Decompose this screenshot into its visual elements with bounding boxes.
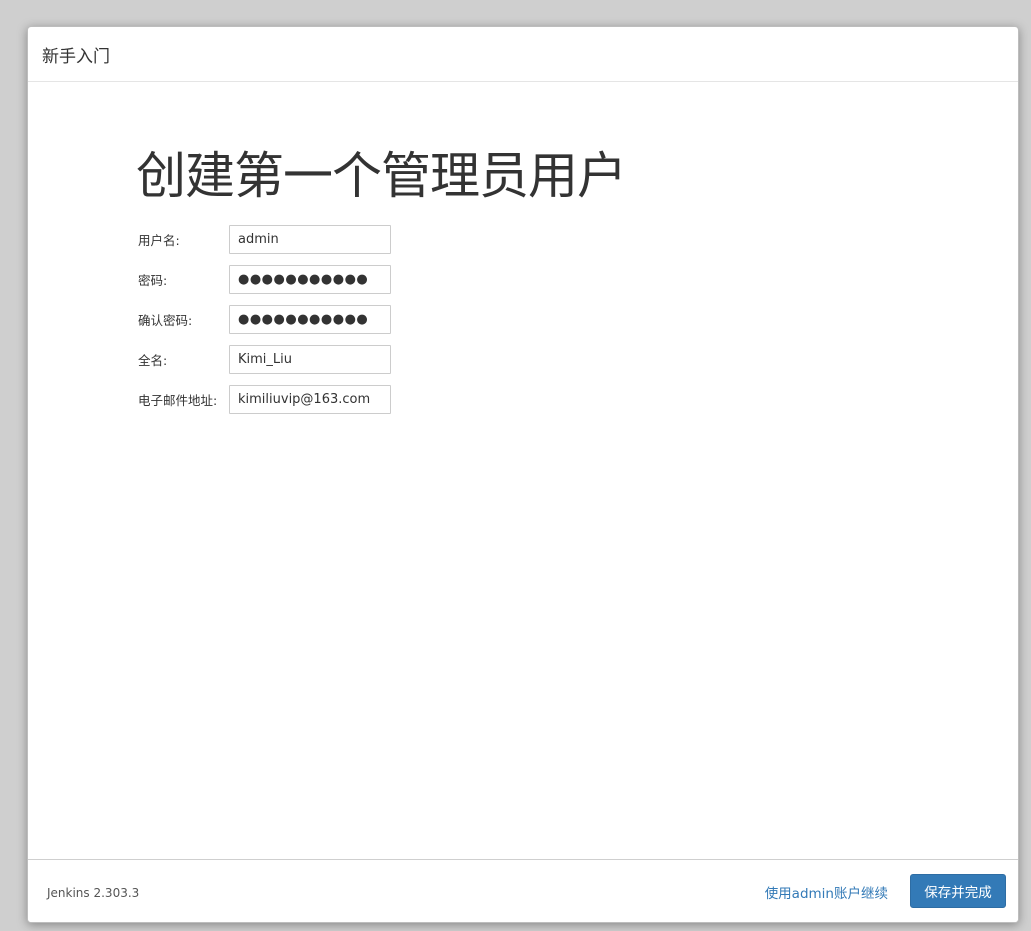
dialog-title: 新手入门 [42,47,110,67]
jenkins-version: Jenkins 2.303.3 [47,886,140,900]
fullname-row: 全名: [138,345,438,375]
confirm-password-input[interactable] [229,305,391,334]
username-label: 用户名: [138,233,180,248]
email-row: 电子邮件地址: [138,385,438,415]
email-input[interactable] [229,385,391,414]
dialog-footer: Jenkins 2.303.3 使用admin账户继续 保存并完成 [28,859,1018,922]
password-label: 密码: [138,273,168,288]
password-input[interactable] [229,265,391,294]
email-label: 电子邮件地址: [138,393,218,408]
confirm-password-label: 确认密码: [138,313,193,328]
continue-as-admin-link[interactable]: 使用admin账户继续 [765,882,888,902]
fullname-label: 全名: [138,353,168,368]
page-heading: 创建第一个管理员用户 [136,147,627,205]
password-row: 密码: [138,265,438,295]
confirm-password-row: 确认密码: [138,305,438,335]
username-row: 用户名: [138,225,438,255]
username-input[interactable] [229,225,391,254]
save-and-finish-button[interactable]: 保存并完成 [910,874,1006,908]
dialog-header: 新手入门 [28,27,1018,82]
dialog-body: 创建第一个管理员用户 用户名: 密码: 确认密码: 全名: 电子邮件地址: [28,82,1018,858]
fullname-input[interactable] [229,345,391,374]
setup-wizard-dialog: 新手入门 创建第一个管理员用户 用户名: 密码: 确认密码: 全名: 电子邮件地… [27,26,1019,923]
